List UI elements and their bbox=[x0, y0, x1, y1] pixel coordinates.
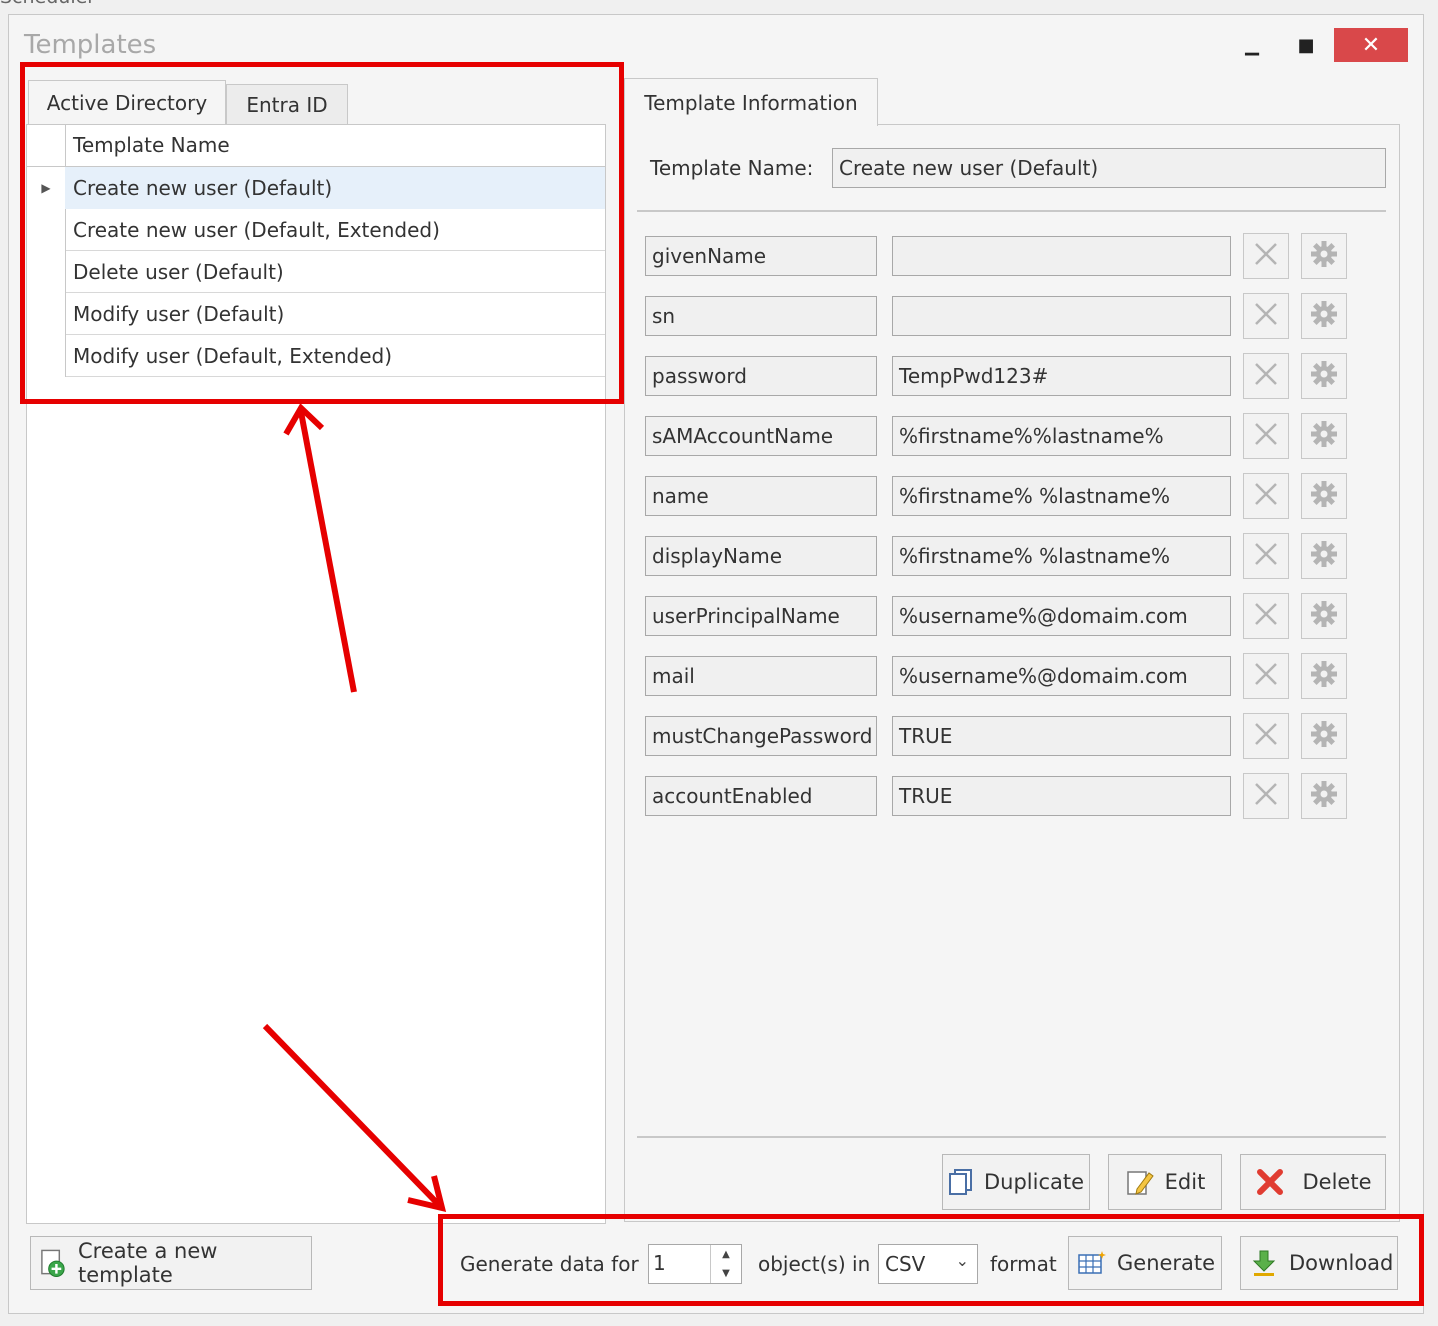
delete-label: Delete bbox=[1302, 1170, 1372, 1194]
attribute-settings-button[interactable] bbox=[1301, 773, 1347, 819]
remove-attribute-button[interactable] bbox=[1243, 773, 1289, 819]
remove-attribute-button[interactable] bbox=[1243, 473, 1289, 519]
attribute-settings-button[interactable] bbox=[1301, 233, 1347, 279]
close-x-icon bbox=[1252, 780, 1280, 812]
attribute-settings-button[interactable] bbox=[1301, 653, 1347, 699]
close-x-icon bbox=[1252, 540, 1280, 572]
attribute-settings-button[interactable] bbox=[1301, 353, 1347, 399]
attribute-name-field[interactable]: sAMAccountName bbox=[645, 416, 877, 456]
attribute-settings-button[interactable] bbox=[1301, 473, 1347, 519]
attribute-value-field[interactable]: %firstname%%lastname% bbox=[892, 416, 1231, 456]
separator-bottom bbox=[637, 1136, 1386, 1138]
remove-attribute-button[interactable] bbox=[1243, 413, 1289, 459]
attribute-settings-button[interactable] bbox=[1301, 413, 1347, 459]
close-x-icon bbox=[1252, 600, 1280, 632]
attribute-settings-button[interactable] bbox=[1301, 533, 1347, 579]
annotation-box-generate bbox=[438, 1214, 1424, 1306]
attribute-value-field[interactable]: TempPwd123# bbox=[892, 356, 1231, 396]
template-name-field[interactable]: Create new user (Default) bbox=[832, 148, 1386, 188]
gear-icon bbox=[1310, 600, 1338, 632]
separator-top bbox=[637, 210, 1386, 212]
new-template-icon bbox=[41, 1249, 65, 1278]
duplicate-icon bbox=[948, 1169, 972, 1195]
attribute-name-field[interactable]: givenName bbox=[645, 236, 877, 276]
attribute-value-field[interactable]: %firstname% %lastname% bbox=[892, 476, 1231, 516]
delete-x-icon bbox=[1256, 1169, 1283, 1195]
create-template-label: Create a new template bbox=[78, 1239, 218, 1287]
gear-icon bbox=[1310, 360, 1338, 392]
attribute-name-field[interactable]: userPrincipalName bbox=[645, 596, 877, 636]
attribute-name-field[interactable]: accountEnabled bbox=[645, 776, 877, 816]
close-button[interactable]: ✕ bbox=[1334, 28, 1408, 62]
remove-attribute-button[interactable] bbox=[1243, 593, 1289, 639]
dialog-title: Templates bbox=[24, 30, 157, 60]
close-x-icon bbox=[1252, 660, 1280, 692]
gear-icon bbox=[1310, 540, 1338, 572]
edit-label: Edit bbox=[1164, 1170, 1206, 1194]
remove-attribute-button[interactable] bbox=[1243, 233, 1289, 279]
attribute-settings-button[interactable] bbox=[1301, 593, 1347, 639]
attribute-settings-button[interactable] bbox=[1301, 293, 1347, 339]
gear-icon bbox=[1310, 660, 1338, 692]
edit-pencil-icon bbox=[1126, 1171, 1154, 1195]
tab-template-information[interactable]: Template Information bbox=[624, 78, 878, 126]
gear-icon bbox=[1310, 420, 1338, 452]
attribute-value-field[interactable]: TRUE bbox=[892, 776, 1231, 816]
attribute-value-field[interactable]: TRUE bbox=[892, 716, 1231, 756]
close-x-icon bbox=[1252, 720, 1280, 752]
duplicate-button[interactable]: Duplicate bbox=[942, 1154, 1090, 1210]
background-window-title: Scheduler bbox=[0, 0, 95, 8]
gear-icon bbox=[1310, 300, 1338, 332]
maximize-button[interactable]: ■ bbox=[1286, 28, 1326, 62]
tab-active-directory[interactable]: Active Directory bbox=[28, 80, 226, 124]
create-template-button[interactable]: Create a new template bbox=[30, 1236, 312, 1290]
attribute-name-field[interactable]: name bbox=[645, 476, 877, 516]
minimize-button[interactable]: ▁ bbox=[1232, 28, 1272, 62]
close-x-icon bbox=[1252, 480, 1280, 512]
attribute-name-field[interactable]: sn bbox=[645, 296, 877, 336]
close-x-icon bbox=[1252, 360, 1280, 392]
attribute-name-field[interactable]: mustChangePassword bbox=[645, 716, 877, 756]
attribute-value-field[interactable]: %firstname% %lastname% bbox=[892, 536, 1231, 576]
remove-attribute-button[interactable] bbox=[1243, 653, 1289, 699]
gear-icon bbox=[1310, 480, 1338, 512]
delete-button[interactable]: Delete bbox=[1240, 1154, 1386, 1210]
attribute-settings-button[interactable] bbox=[1301, 713, 1347, 759]
gear-icon bbox=[1310, 240, 1338, 272]
attribute-value-field[interactable] bbox=[892, 296, 1231, 336]
remove-attribute-button[interactable] bbox=[1243, 293, 1289, 339]
close-x-icon bbox=[1252, 240, 1280, 272]
edit-button[interactable]: Edit bbox=[1108, 1154, 1222, 1210]
gear-icon bbox=[1310, 780, 1338, 812]
attribute-name-field[interactable]: password bbox=[645, 356, 877, 396]
attribute-value-field[interactable]: %username%@domaim.com bbox=[892, 596, 1231, 636]
close-x-icon bbox=[1252, 300, 1280, 332]
duplicate-label: Duplicate bbox=[983, 1170, 1085, 1194]
remove-attribute-button[interactable] bbox=[1243, 713, 1289, 759]
attribute-value-field[interactable]: %username%@domaim.com bbox=[892, 656, 1231, 696]
attribute-value-field[interactable] bbox=[892, 236, 1231, 276]
gear-icon bbox=[1310, 720, 1338, 752]
attribute-name-field[interactable]: displayName bbox=[645, 536, 877, 576]
close-x-icon bbox=[1252, 420, 1280, 452]
remove-attribute-button[interactable] bbox=[1243, 353, 1289, 399]
template-name-label: Template Name: bbox=[650, 156, 814, 180]
remove-attribute-button[interactable] bbox=[1243, 533, 1289, 579]
attribute-name-field[interactable]: mail bbox=[645, 656, 877, 696]
